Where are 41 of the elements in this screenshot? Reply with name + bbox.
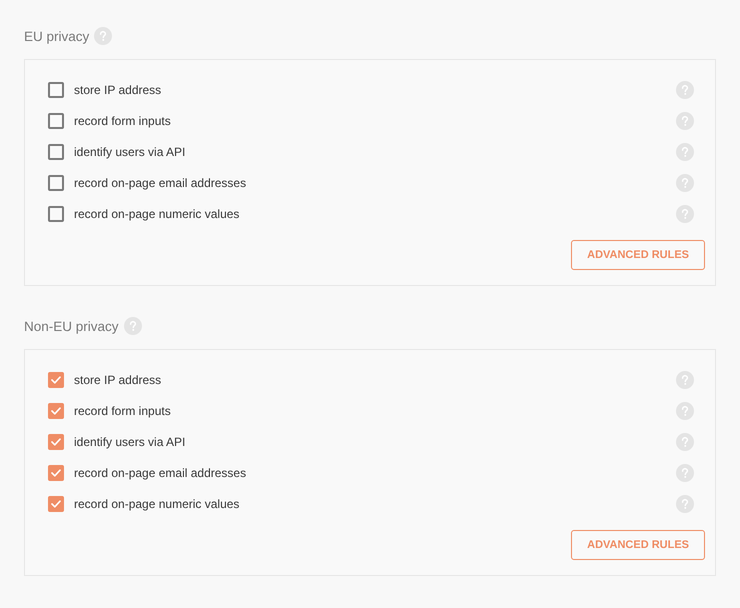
checkbox[interactable]: [48, 174, 64, 190]
checkbox[interactable]: [48, 372, 64, 388]
checkbox-label: record on-page numeric values: [74, 206, 240, 220]
checkbox-label: record on-page numeric values: [74, 496, 240, 510]
help-icon[interactable]: [124, 317, 142, 335]
checkbox[interactable]: [48, 82, 64, 98]
help-icon[interactable]: [676, 494, 694, 512]
help-icon[interactable]: [676, 112, 694, 130]
checkbox-label: store IP address: [74, 372, 162, 386]
checkbox-label: identify users via API: [74, 144, 186, 158]
checkbox[interactable]: [48, 496, 64, 512]
help-icon[interactable]: [676, 432, 694, 450]
checkmark-icon: [51, 468, 61, 476]
advanced-rules-button[interactable]: ADVANCED RULES: [571, 240, 705, 270]
section-title: EU privacy: [24, 28, 90, 44]
help-icon[interactable]: [676, 402, 694, 420]
checkbox-label: record form inputs: [74, 114, 171, 128]
help-icon[interactable]: [94, 27, 112, 45]
help-icon[interactable]: [676, 174, 694, 192]
help-icon[interactable]: [676, 204, 694, 222]
checkmark-icon: [51, 406, 61, 414]
advanced-rules-button[interactable]: ADVANCED RULES: [571, 530, 705, 560]
checkbox[interactable]: [48, 402, 64, 418]
checkbox-label: store IP address: [74, 82, 162, 96]
checkbox-label: record form inputs: [74, 404, 171, 418]
help-icon[interactable]: [676, 464, 694, 482]
checkbox-label: record on-page email addresses: [74, 466, 246, 480]
checkbox-label: identify users via API: [74, 434, 186, 448]
section-title: Non-EU privacy: [24, 318, 119, 334]
checkbox[interactable]: [48, 112, 64, 128]
help-icon[interactable]: [676, 80, 694, 98]
checkbox[interactable]: [48, 144, 64, 160]
checkbox[interactable]: [48, 434, 64, 450]
checkbox[interactable]: [48, 206, 64, 222]
help-icon[interactable]: [676, 370, 694, 388]
checkbox-label: record on-page email addresses: [74, 176, 246, 190]
checkmark-icon: [51, 500, 61, 508]
help-icon[interactable]: [676, 142, 694, 160]
checkbox[interactable]: [48, 464, 64, 480]
checkmark-icon: [51, 438, 61, 446]
checkmark-icon: [51, 376, 61, 384]
